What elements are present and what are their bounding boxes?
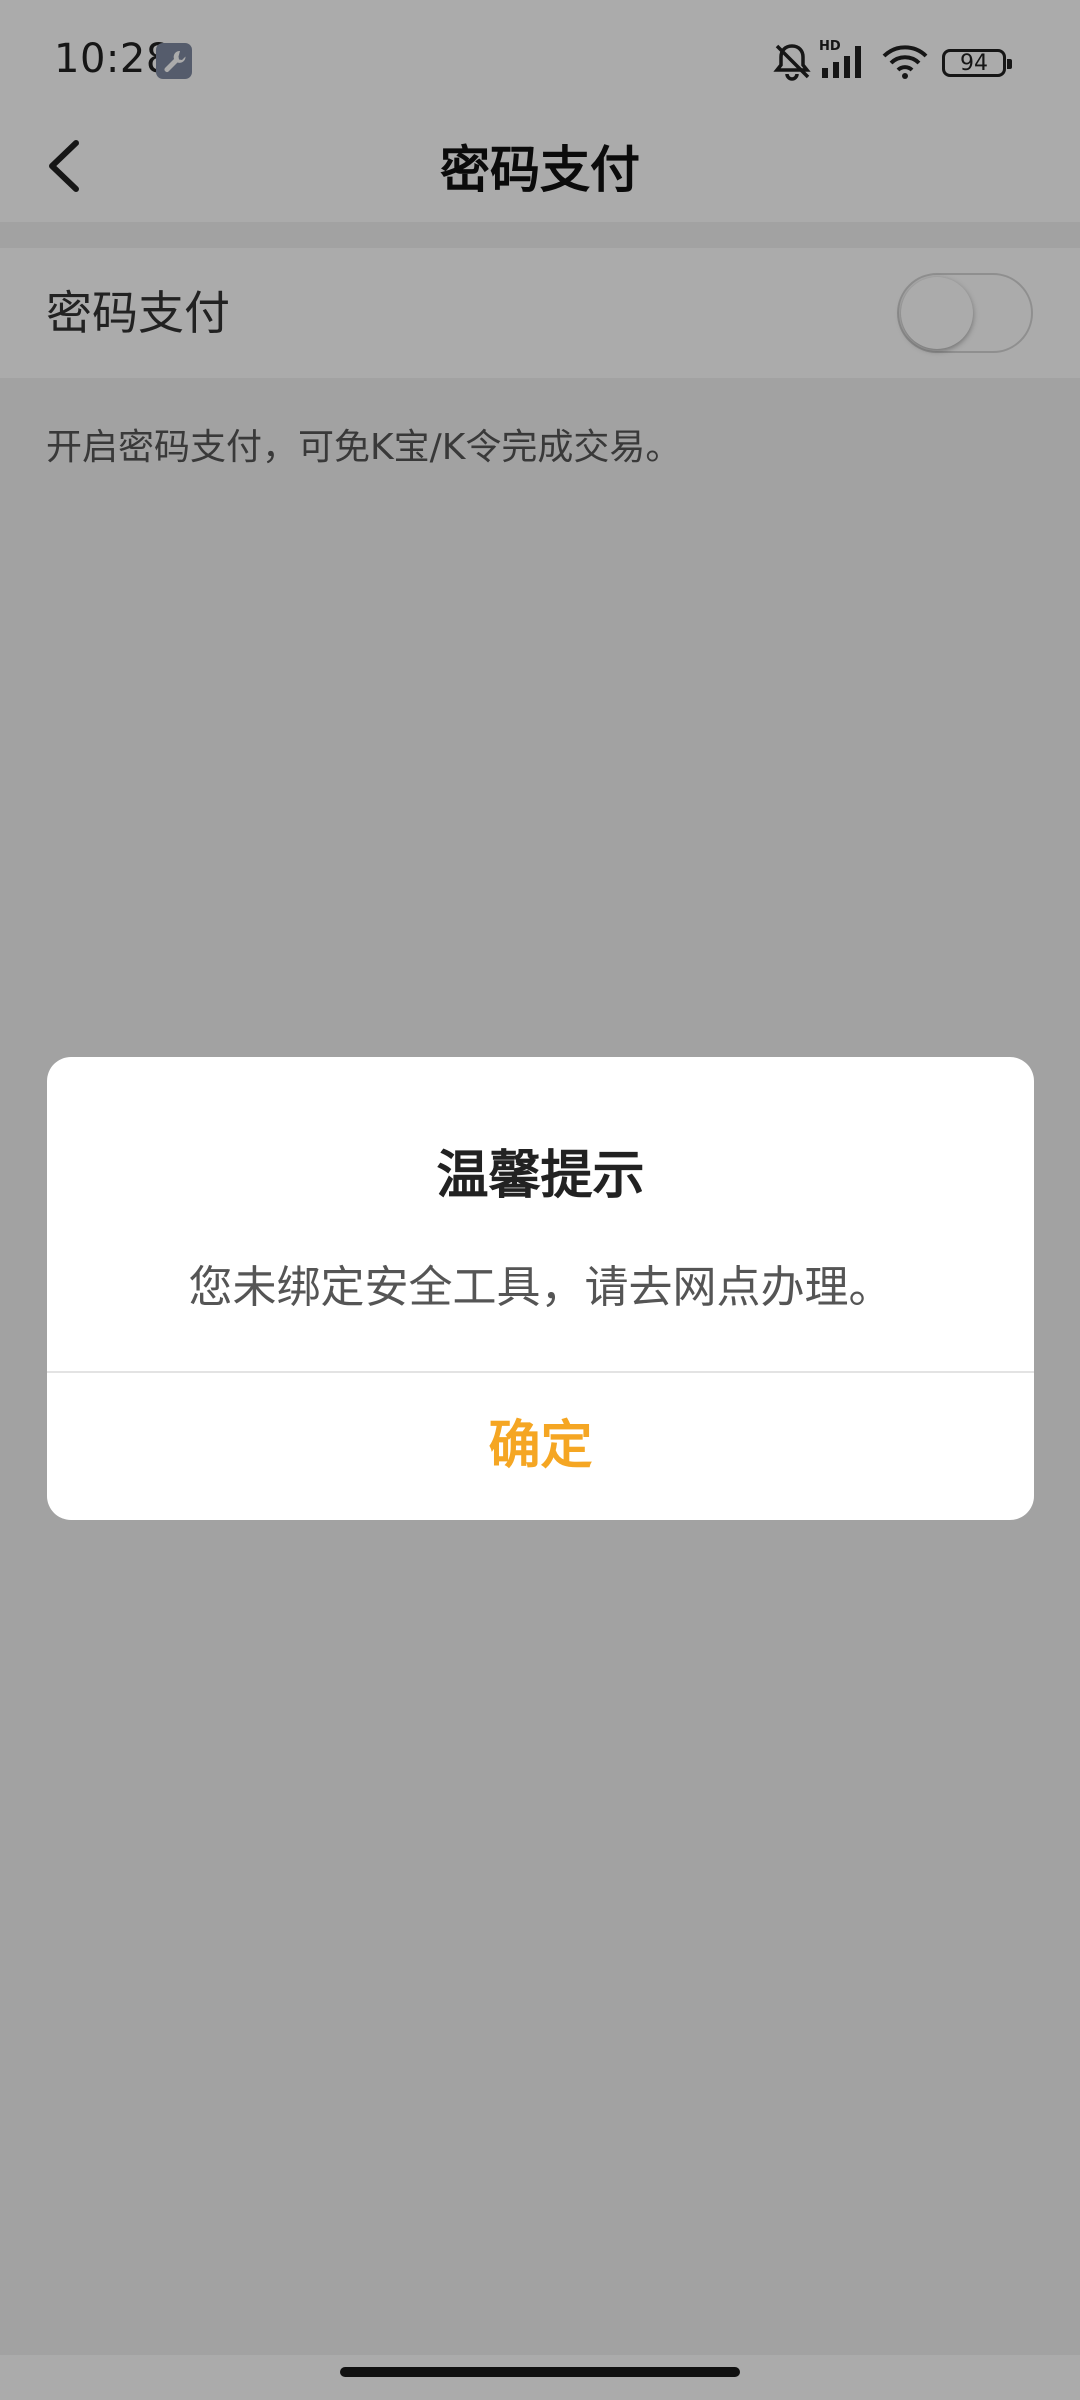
dialog-title: 温馨提示	[436, 1146, 645, 1206]
dialog-message: 您未绑定安全工具，请去网点办理。	[188, 1262, 893, 1313]
confirm-button[interactable]: 确定	[47, 1373, 1034, 1520]
tip-dialog: 温馨提示 您未绑定安全工具，请去网点办理。 确定	[47, 1057, 1034, 1520]
